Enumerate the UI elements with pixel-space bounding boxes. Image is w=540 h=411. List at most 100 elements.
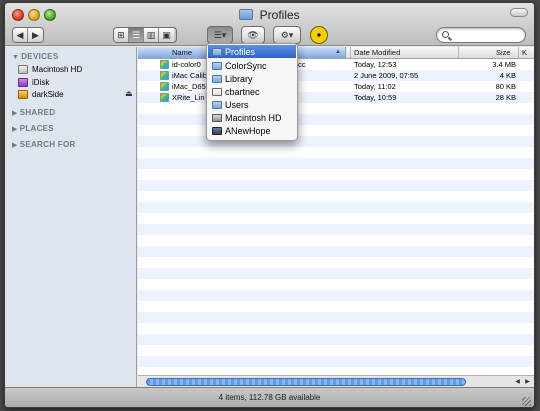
empty-row	[138, 257, 534, 268]
column-header-size[interactable]: Size	[496, 47, 511, 58]
icc-profile-icon	[160, 93, 169, 102]
empty-row	[138, 147, 534, 158]
hard-drive-icon	[18, 64, 28, 74]
file-name-tail: cc	[298, 60, 306, 69]
sort-ascending-icon: ▲	[335, 49, 341, 55]
titlebar: Profiles ◀ ▶ ⊞ ☰ ▥ ▣ ☰▾ 👁 ⚙▾	[5, 3, 534, 46]
file-date: 2 June 2009, 07:55	[354, 71, 419, 80]
sidebar-item-darkside[interactable]: darkSide	[18, 88, 64, 100]
file-name: XRite_Lin	[172, 93, 205, 102]
list-view-button[interactable]: ☰	[129, 28, 144, 42]
window-title-text: Profiles	[259, 8, 300, 22]
empty-row	[138, 345, 534, 356]
column-header-date[interactable]: Date Modified	[354, 47, 400, 58]
external-drive-icon	[18, 89, 28, 99]
file-date: Today, 12:53	[354, 60, 397, 69]
file-date: Today, 10:59	[354, 93, 397, 102]
file-name: iMac Calib	[172, 71, 208, 80]
sidebar-header-devices[interactable]: ▼ DEVICES	[12, 52, 58, 61]
empty-row	[138, 213, 534, 224]
empty-row	[138, 114, 534, 125]
path-popup-menu: Profiles ColorSync Library cbartnec User…	[206, 43, 298, 141]
coverflow-view-button[interactable]: ▣	[159, 28, 174, 42]
empty-row	[138, 125, 534, 136]
home-icon	[212, 87, 222, 96]
empty-row	[138, 191, 534, 202]
file-size: 80 KB	[495, 82, 516, 91]
table-row[interactable]: iMac Calib 2 June 2009, 07:55 4 KB	[138, 70, 534, 81]
column-divider[interactable]	[518, 47, 519, 58]
finder-window: Profiles ◀ ▶ ⊞ ☰ ▥ ▣ ☰▾ 👁 ⚙▾ ▼ DEVICES Ma…	[4, 2, 535, 408]
path-menu-item-cbartnec[interactable]: cbartnec	[208, 85, 296, 98]
eject-icon[interactable]: ⏏	[125, 89, 133, 98]
file-size: 4 KB	[499, 71, 516, 80]
empty-row	[138, 290, 534, 301]
search-icon	[442, 31, 449, 38]
scroll-left-arrow-icon[interactable]: ◀	[513, 378, 522, 386]
empty-row	[138, 169, 534, 180]
sidebar-item-macintosh-hd[interactable]: Macintosh HD	[18, 63, 82, 75]
back-button[interactable]: ◀	[13, 28, 28, 42]
empty-row	[138, 246, 534, 257]
toolbar-toggle-button[interactable]	[510, 8, 528, 17]
empty-row	[138, 202, 534, 213]
scrollbar-thumb[interactable]	[146, 378, 466, 386]
window-title: Profiles	[5, 8, 534, 22]
path-menu-item-macintosh-hd[interactable]: Macintosh HD	[208, 111, 296, 124]
column-view-button[interactable]: ▥	[144, 28, 159, 42]
sidebar-header-places[interactable]: ▶ PLACES	[12, 124, 54, 133]
file-name: id-color0	[172, 60, 201, 69]
horizontal-scrollbar[interactable]: ◀ ▶	[138, 375, 534, 387]
search-field[interactable]	[436, 27, 526, 43]
empty-row	[138, 180, 534, 191]
folder-icon	[239, 9, 254, 20]
hard-drive-icon	[212, 113, 222, 122]
table-row[interactable]: XRite_Lin Today, 10:59 28 KB	[138, 92, 534, 103]
idisk-icon	[18, 77, 28, 87]
path-menu-item-users[interactable]: Users	[208, 98, 296, 111]
status-text: 4 items, 112.78 GB available	[218, 393, 321, 402]
action-menu-button[interactable]: ⚙▾	[273, 26, 301, 44]
icc-profile-icon	[160, 71, 169, 80]
path-menu-item-colorsync[interactable]: ColorSync	[208, 59, 296, 72]
empty-row	[138, 158, 534, 169]
status-bar: 4 items, 112.78 GB available	[5, 387, 534, 407]
forward-button[interactable]: ▶	[28, 28, 43, 42]
column-divider[interactable]	[350, 47, 351, 58]
empty-row	[138, 224, 534, 235]
empty-row	[138, 323, 534, 334]
table-row[interactable]: iMac_D65 Today, 11:02 80 KB	[138, 81, 534, 92]
file-list: Name ▲ Date Modified Size K id-color0 cc T…	[138, 47, 534, 377]
radiation-icon[interactable]	[310, 26, 328, 44]
table-row[interactable]: id-color0 cc Today, 12:53 3.4 MB	[138, 59, 534, 70]
sidebar-header-shared[interactable]: ▶ SHARED	[12, 108, 55, 117]
empty-row	[138, 268, 534, 279]
icc-profile-icon	[160, 60, 169, 69]
computer-icon	[212, 126, 222, 135]
resize-grip-icon[interactable]	[522, 397, 531, 406]
column-divider[interactable]	[458, 47, 459, 58]
icon-view-button[interactable]: ⊞	[114, 28, 129, 42]
empty-row	[138, 356, 534, 367]
empty-row	[138, 334, 534, 345]
sidebar-header-search-for[interactable]: ▶ SEARCH FOR	[12, 140, 76, 149]
quicklook-button[interactable]: 👁	[241, 26, 265, 44]
file-size: 28 KB	[495, 93, 516, 102]
empty-row	[138, 301, 534, 312]
empty-row	[138, 103, 534, 114]
sidebar: ▼ DEVICES Macintosh HD iDisk darkSide ⏏ ▶…	[5, 47, 137, 387]
path-menu-item-profiles[interactable]: Profiles	[208, 45, 296, 58]
path-menu-item-library[interactable]: Library	[208, 72, 296, 85]
column-header-row: Name ▲ Date Modified Size K	[138, 47, 534, 59]
empty-row	[138, 279, 534, 290]
folder-icon	[212, 100, 222, 109]
column-header-kind[interactable]: K	[522, 47, 527, 58]
file-name: iMac_D65	[172, 82, 206, 91]
back-forward-control: ◀ ▶	[12, 27, 44, 43]
path-popup-button[interactable]: ☰▾	[207, 26, 233, 44]
path-menu-item-anewhope[interactable]: ANewHope	[208, 124, 296, 137]
sidebar-item-idisk[interactable]: iDisk	[18, 76, 49, 88]
file-size: 3.4 MB	[492, 60, 516, 69]
empty-row	[138, 312, 534, 323]
scroll-right-arrow-icon[interactable]: ▶	[523, 378, 532, 386]
